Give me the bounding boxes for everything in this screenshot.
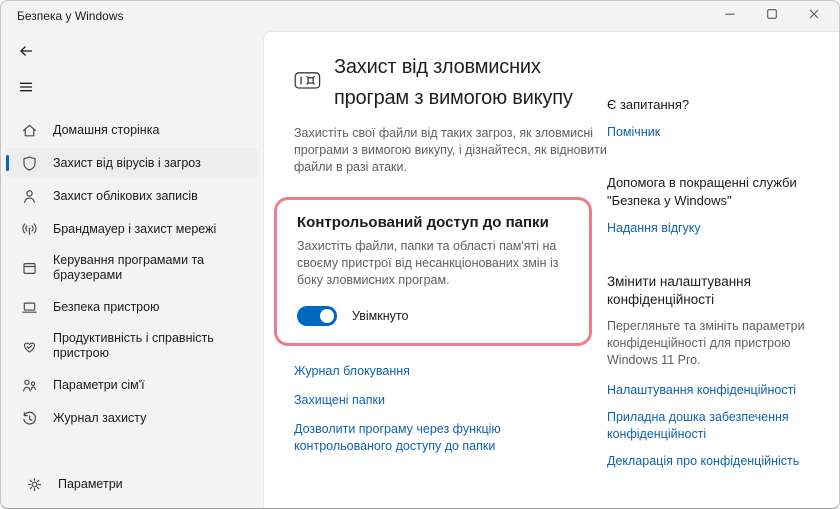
sidebar-item-firewall-network[interactable]: Брандмауер і захист мережі xyxy=(6,214,258,244)
network-icon xyxy=(21,221,38,238)
main-links: Журнал блокування Захищені папки Дозволи… xyxy=(294,363,624,455)
allow-app-link[interactable]: Дозволити програму через функцію контрол… xyxy=(294,421,594,455)
selected-accent-bar xyxy=(6,155,9,171)
feedback-section: Допомога в покращенні служби "Безпека у … xyxy=(607,174,812,237)
sidebar: Домашня сторінка Захист від вірусів і за… xyxy=(1,31,263,508)
shield-icon xyxy=(21,155,38,172)
privacy-section: Змінити налаштування конфіденційності Пе… xyxy=(607,273,812,470)
sidebar-item-label: Параметри xyxy=(58,476,123,491)
feedback-heading: Допомога в покращенні служби "Безпека у … xyxy=(607,175,797,208)
maximize-button[interactable] xyxy=(751,1,793,31)
minimize-icon xyxy=(724,7,736,25)
history-icon xyxy=(21,410,38,427)
sidebar-item-home[interactable]: Домашня сторінка xyxy=(6,115,258,145)
sidebar-item-family-options[interactable]: Параметри сім'ї xyxy=(6,370,258,400)
aside-column: Є запитання? Помічник Допомога в покраще… xyxy=(607,96,812,470)
maximize-icon xyxy=(766,7,778,25)
sidebar-item-label: Захист від вірусів і загроз xyxy=(53,155,201,170)
toggle-state-label: Увімкнуто xyxy=(352,309,409,323)
back-button[interactable] xyxy=(11,39,41,67)
sidebar-item-account-protection[interactable]: Захист облікових записів xyxy=(6,181,258,211)
sidebar-item-label: Керування програмами та браузерами xyxy=(53,253,205,282)
give-feedback-link[interactable]: Надання відгуку xyxy=(607,220,812,237)
device-health-icon xyxy=(21,338,38,355)
questions-section: Є запитання? Помічник xyxy=(607,96,812,141)
home-icon xyxy=(21,122,38,139)
close-icon xyxy=(808,7,820,25)
menu-button[interactable] xyxy=(11,75,41,103)
section-description: Захистіть файли, папки та області пам'ят… xyxy=(297,239,559,287)
hamburger-icon xyxy=(18,79,34,100)
titlebar: Безпека у Windows xyxy=(1,1,839,31)
content-card: Захист від зловмисних програм з вимогою … xyxy=(263,31,839,508)
window-title: Безпека у Windows xyxy=(17,9,124,23)
page-title: Захист від зловмисних програм з вимогою … xyxy=(334,56,573,109)
device-icon xyxy=(21,299,38,316)
minimize-button[interactable] xyxy=(709,1,751,31)
block-history-link[interactable]: Журнал блокування xyxy=(294,363,594,380)
sidebar-item-label: Брандмауер і захист мережі xyxy=(53,221,217,236)
sidebar-item-label: Захист облікових записів xyxy=(53,188,198,203)
privacy-statement-link[interactable]: Декларація про конфіденційність xyxy=(607,453,812,470)
controlled-folder-access-toggle[interactable] xyxy=(297,306,337,326)
main-column: Захист від зловмисних програм з вимогою … xyxy=(274,52,624,455)
close-button[interactable] xyxy=(793,1,835,31)
apps-browser-icon xyxy=(21,260,38,277)
questions-heading: Є запитання? xyxy=(607,97,690,112)
sidebar-item-virus-threat-protection[interactable]: Захист від вірусів і загроз xyxy=(6,148,258,178)
privacy-description: Перегляньте та змініть параметри конфіде… xyxy=(607,319,805,367)
privacy-settings-link[interactable]: Налаштування конфіденційності xyxy=(607,382,812,399)
sidebar-item-app-browser-control[interactable]: Керування програмами та браузерами xyxy=(6,247,258,289)
section-title: Контрольований доступ до папки xyxy=(297,214,549,231)
back-arrow-icon xyxy=(18,43,34,64)
window-controls xyxy=(709,1,835,31)
sidebar-footer: Параметри xyxy=(6,465,258,499)
account-icon xyxy=(21,188,38,205)
privacy-heading: Змінити налаштування конфіденційності xyxy=(607,274,751,307)
sidebar-item-label: Параметри сім'ї xyxy=(53,377,145,392)
page-header: Захист від зловмисних програм з вимогою … xyxy=(294,52,624,114)
privacy-links: Налаштування конфіденційності Приладна д… xyxy=(607,382,812,470)
sidebar-item-device-performance-health[interactable]: Продуктивність і справність пристрою xyxy=(6,325,258,367)
protected-folders-link[interactable]: Захищені папки xyxy=(294,392,594,409)
toggle-knob xyxy=(320,309,334,323)
sidebar-nav: Домашня сторінка Захист від вірусів і за… xyxy=(1,111,263,433)
sidebar-item-device-security[interactable]: Безпека пристрою xyxy=(6,292,258,322)
family-icon xyxy=(21,377,38,394)
page-description: Захистіть свої файли від таких загроз, я… xyxy=(294,126,607,174)
controlled-folder-access-section: Контрольований доступ до папки Захистіть… xyxy=(274,197,592,346)
sidebar-item-label: Домашня сторінка xyxy=(53,122,160,137)
ransomware-icon xyxy=(294,71,321,95)
gear-icon xyxy=(26,476,43,493)
sidebar-item-settings[interactable]: Параметри xyxy=(11,469,253,499)
help-assistant-link[interactable]: Помічник xyxy=(607,124,812,141)
toggle-row: Увімкнуто xyxy=(297,306,569,326)
sidebar-item-protection-history[interactable]: Журнал захисту xyxy=(6,403,258,433)
privacy-dashboard-link[interactable]: Приладна дошка забезпечення конфіденційн… xyxy=(607,409,812,443)
sidebar-item-label: Журнал захисту xyxy=(53,410,147,425)
sidebar-item-label: Продуктивність і справність пристрою xyxy=(53,331,214,360)
windows-security-window: Безпека у Windows Домашня сторінка Захис… xyxy=(0,0,840,509)
sidebar-item-label: Безпека пристрою xyxy=(53,299,160,314)
